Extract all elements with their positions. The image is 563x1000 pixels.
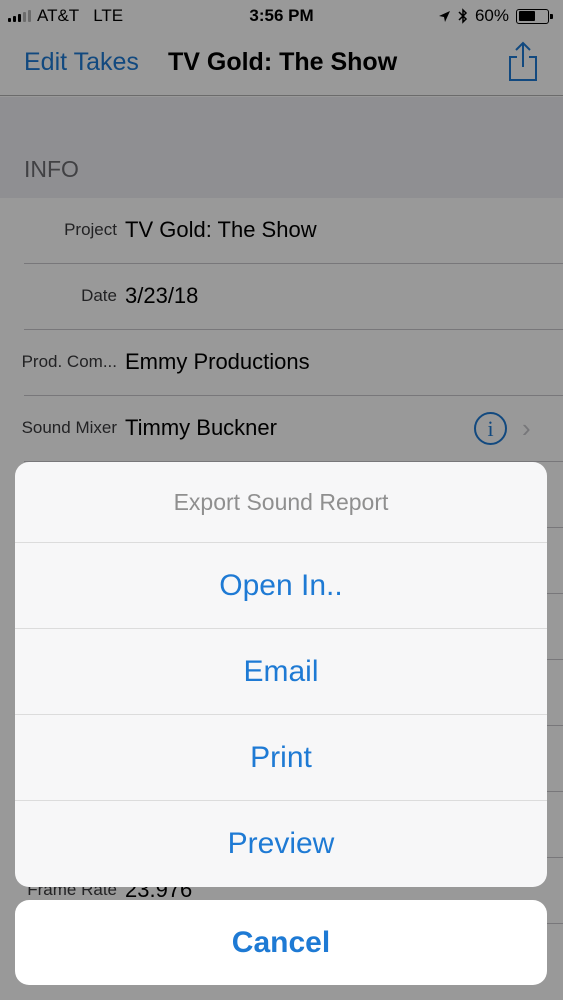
cancel-button[interactable]: Cancel xyxy=(15,900,547,985)
preview-button[interactable]: Preview xyxy=(15,801,547,887)
export-action-sheet: Export Sound Report Open In.. Email Prin… xyxy=(15,462,547,887)
email-button[interactable]: Email xyxy=(15,629,547,715)
action-sheet-title: Export Sound Report xyxy=(15,462,547,543)
print-button[interactable]: Print xyxy=(15,715,547,801)
open-in-button[interactable]: Open In.. xyxy=(15,543,547,629)
